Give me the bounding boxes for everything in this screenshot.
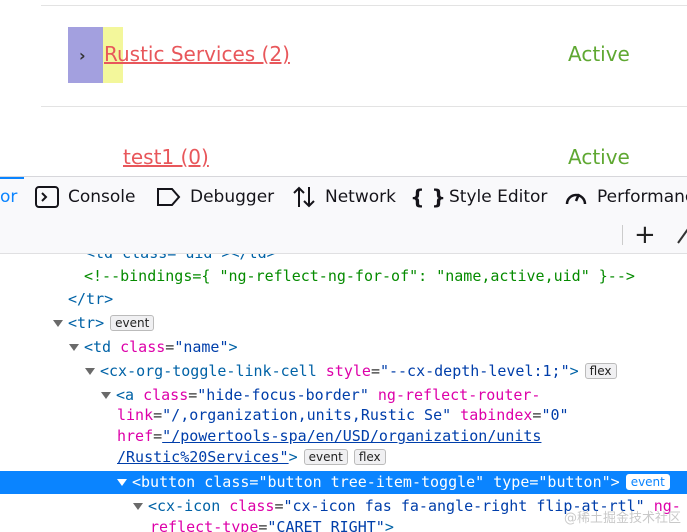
tab-debugger[interactable]: Debugger — [156, 177, 274, 217]
tab-label: Console — [68, 187, 136, 207]
tab-label: Network — [325, 187, 396, 207]
tab-console[interactable]: Console — [34, 177, 136, 217]
pencil-icon[interactable] — [676, 225, 687, 245]
tree-line-td[interactable]: <td class="name"> — [0, 336, 687, 359]
tree-line-wrap: link="/,organization,units,Rustic Se" ta… — [117, 406, 569, 424]
tree-line[interactable]: <td class="uid"></td> — [0, 254, 687, 265]
tree-line-wrap: href="/powertools-spa/en/USD/organizatio… — [117, 427, 542, 445]
add-node-icon[interactable]: + — [634, 217, 656, 253]
tree-line-tr[interactable]: <tr> event — [0, 312, 687, 335]
expand-twisty-icon[interactable] — [133, 503, 143, 510]
expand-twisty-icon[interactable] — [69, 344, 79, 351]
expand-twisty-icon[interactable] — [101, 392, 111, 399]
expand-twisty-icon[interactable] — [53, 320, 63, 327]
org-unit-link-rustic-services[interactable]: Rustic Services (2) — [104, 42, 290, 66]
chevron-right-icon[interactable]: › — [79, 46, 86, 65]
status-active: Active — [568, 42, 630, 66]
tree-line-cx-org-toggle-link-cell[interactable]: <cx-org-toggle-link-cell style="--cx-dep… — [0, 360, 687, 383]
status-active: Active — [568, 145, 630, 169]
tree-line-comment[interactable]: <!--bindings={ "ng-reflect-ng-for-of": "… — [0, 265, 687, 288]
style-editor-icon: { } — [410, 185, 446, 209]
toolbar-separator — [622, 225, 623, 245]
row-divider — [41, 106, 687, 107]
performance-icon — [563, 184, 589, 210]
inspector-toolbar: + — [0, 217, 687, 254]
devtools-panel: or Console Debugger Network { } Style Ed… — [0, 176, 687, 532]
tab-label: Performanc — [597, 187, 687, 207]
devtools-toolbar: or Console Debugger Network { } Style Ed… — [0, 176, 687, 218]
tab-performance[interactable]: Performanc — [563, 177, 687, 217]
event-badge[interactable]: event — [110, 315, 155, 331]
markup-tree: <td class="uid"></td> <!--bindings={ "ng… — [0, 254, 687, 532]
org-unit-link-test1[interactable]: test1 (0) — [123, 145, 209, 169]
network-icon — [291, 184, 317, 210]
href-link[interactable]: /Rustic%20Services" — [117, 448, 289, 466]
tab-network[interactable]: Network — [291, 177, 396, 217]
tab-label: Style Editor — [449, 187, 548, 207]
expand-twisty-icon[interactable] — [117, 479, 127, 486]
debugger-icon — [156, 184, 182, 210]
flex-badge[interactable]: flex — [353, 449, 386, 465]
tree-line-wrap: /Rustic%20Services"> event flex — [0, 446, 687, 469]
tab-style-editor[interactable]: { } Style Editor — [410, 177, 548, 217]
tab-label: or — [0, 187, 18, 207]
href-link[interactable]: "/powertools-spa/en/USD/organization/uni… — [162, 427, 541, 445]
tab-inspector[interactable]: or — [0, 177, 17, 217]
event-badge[interactable]: event — [303, 449, 348, 465]
event-badge[interactable]: event — [625, 474, 670, 490]
console-icon — [34, 184, 60, 210]
row-divider — [41, 5, 687, 6]
expand-twisty-icon[interactable] — [85, 368, 95, 375]
tree-line-button-selected[interactable]: <button class="button tree-item-toggle" … — [0, 471, 687, 494]
tab-label: Debugger — [190, 187, 275, 207]
watermark: @稀土掘金技术社区 — [563, 511, 681, 526]
tree-line[interactable]: </tr> — [0, 288, 687, 311]
flex-badge[interactable]: flex — [584, 363, 617, 379]
